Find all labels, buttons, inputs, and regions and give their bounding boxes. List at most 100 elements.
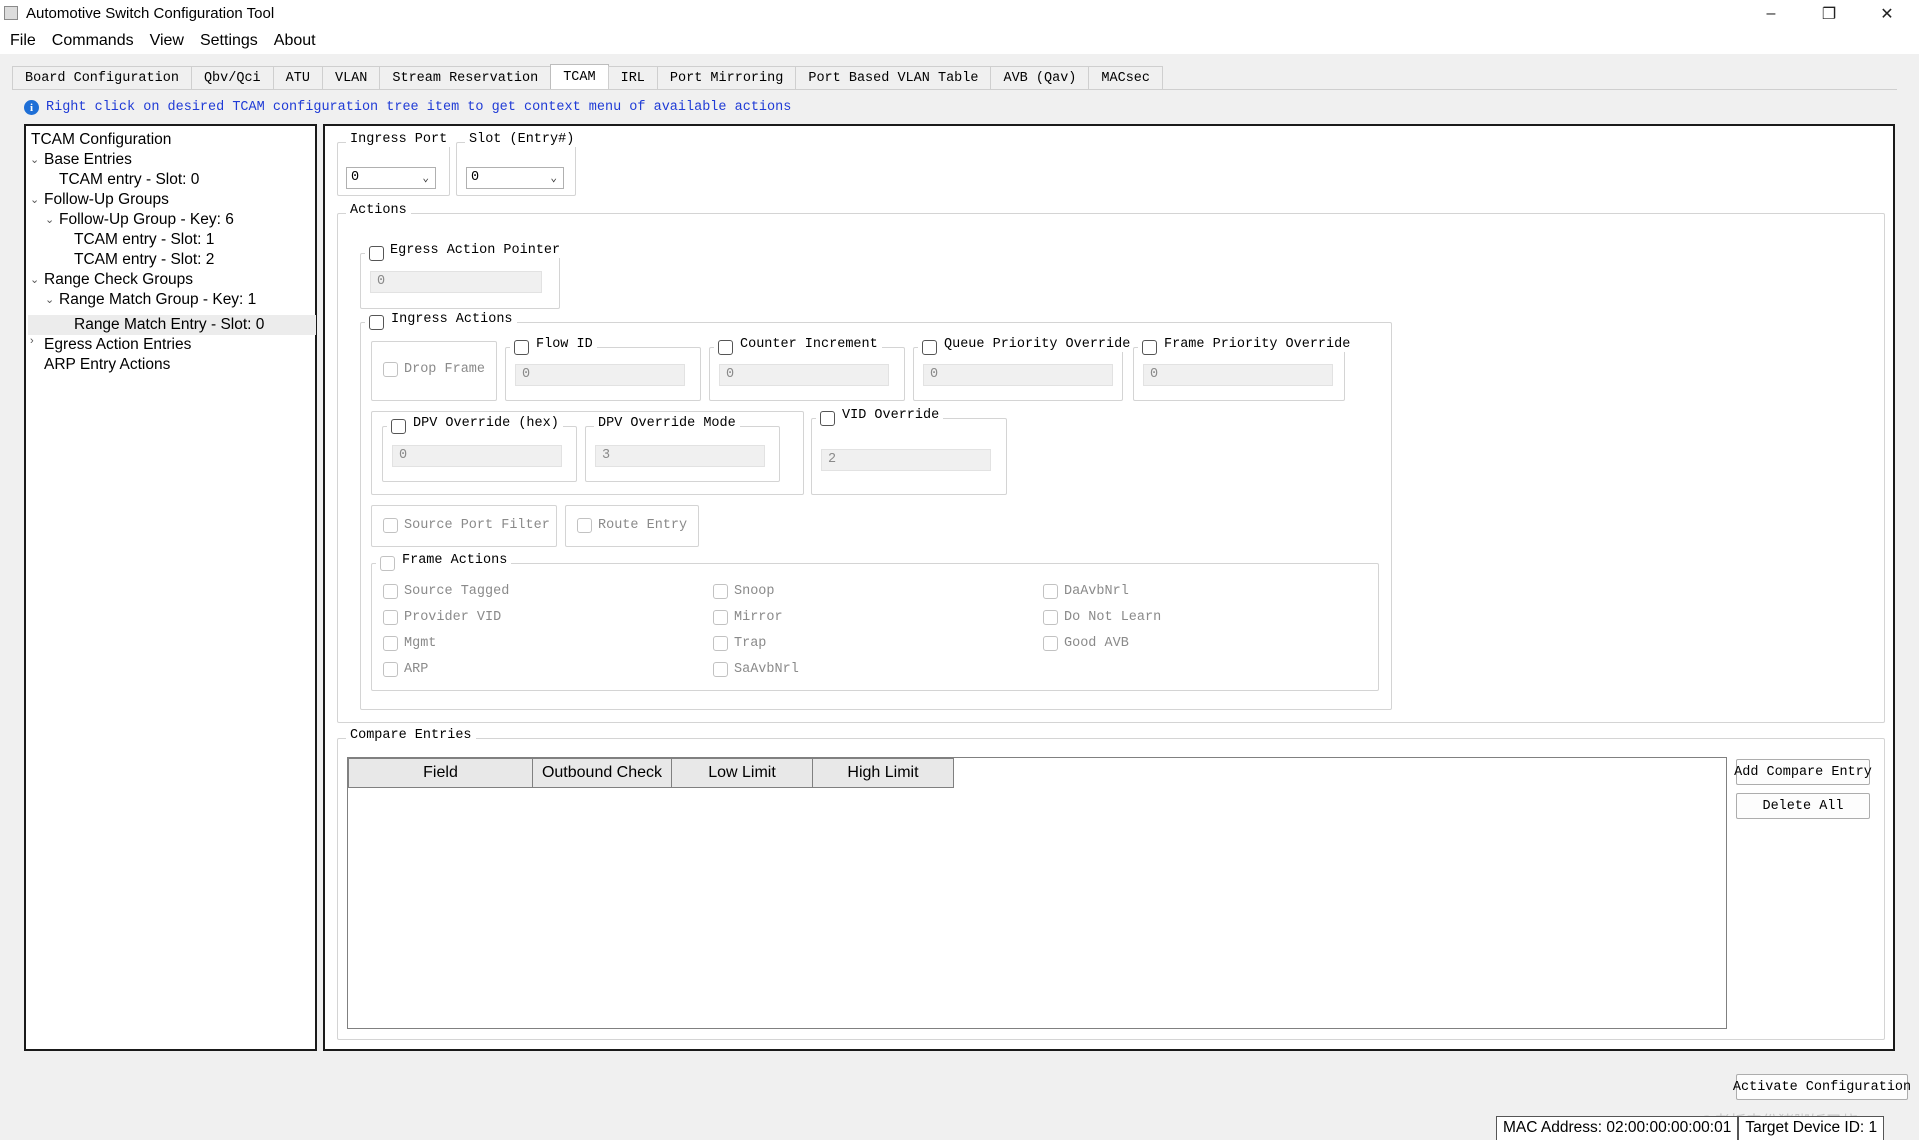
ingress-port-group: Ingress Port 0 ⌄ (337, 132, 452, 196)
mirror-label: Mirror (734, 610, 783, 625)
title-bar (0, 0, 1919, 28)
expand-chevron-icon[interactable]: ⌄ (30, 153, 39, 166)
tab-vlan[interactable]: VLAN (321, 66, 381, 90)
tab-stream-reservation[interactable]: Stream Reservation (379, 66, 552, 90)
tree-item-range-match-entry-slot-0[interactable]: Range Match Entry - Slot: 0 (74, 315, 264, 335)
saavbnrl-checkbox[interactable] (713, 662, 728, 677)
tree-item-tcam-entry-slot-0[interactable]: TCAM entry - Slot: 0 (59, 170, 199, 190)
menu-about[interactable]: About (266, 32, 324, 50)
tree-item-follow-up-groups[interactable]: Follow-Up Groups (44, 190, 169, 210)
column-header-high-limit[interactable]: High Limit (812, 758, 954, 788)
mgmt-checkbox[interactable] (383, 636, 398, 651)
menu-view[interactable]: View (142, 32, 192, 50)
counter-increment-input[interactable]: 0 (719, 364, 889, 386)
ingress-port-label: Ingress Port (346, 132, 452, 147)
tree-item-arp-entry-actions[interactable]: ARP Entry Actions (44, 355, 170, 375)
expand-chevron-icon[interactable]: ⌄ (30, 193, 39, 206)
column-header-low-limit[interactable]: Low Limit (671, 758, 813, 788)
menu-commands[interactable]: Commands (44, 32, 142, 50)
tab-qbv-qci[interactable]: Qbv/Qci (190, 66, 274, 90)
add-compare-entry-button[interactable]: Add Compare Entry (1734, 759, 1872, 785)
route-entry-label: Route Entry (598, 518, 688, 533)
tree-item-follow-up-group-key-6[interactable]: Follow-Up Group - Key: 6 (59, 210, 234, 230)
tab-atu[interactable]: ATU (272, 66, 323, 90)
daavbnrl-checkbox[interactable] (1043, 584, 1058, 599)
target-device-status: Target Device ID: 1 (1738, 1116, 1885, 1140)
source-tagged-checkbox[interactable] (383, 584, 398, 599)
slot-select[interactable]: 0 ⌄ (466, 167, 564, 189)
vid-override-input[interactable]: 2 (821, 449, 991, 471)
egress-action-pointer-group: Egress Action Pointer 0 (360, 243, 565, 309)
snoop-checkbox[interactable] (713, 584, 728, 599)
activate-configuration-button[interactable]: Activate Configuration (1733, 1074, 1911, 1100)
mac-address-status: MAC Address: 02:00:00:00:00:01 (1496, 1116, 1739, 1140)
tab-macsec[interactable]: MACsec (1088, 66, 1164, 90)
column-header-field[interactable]: Field (348, 758, 533, 788)
drop-frame-checkbox[interactable] (383, 362, 398, 377)
source-port-filter-checkbox[interactable] (383, 518, 398, 533)
frame-priority-override-input[interactable]: 0 (1143, 364, 1333, 386)
close-button[interactable]: ✕ (1858, 0, 1916, 28)
ingress-port-value: 0 (351, 170, 360, 185)
do-not-learn-checkbox[interactable] (1043, 610, 1058, 625)
queue-priority-override-checkbox[interactable] (922, 340, 937, 355)
tree-item-tcam-entry-slot-2[interactable]: TCAM entry - Slot: 2 (74, 250, 214, 270)
saavbnrl-label: SaAvbNrl (734, 662, 799, 677)
mirror-checkbox[interactable] (713, 610, 728, 625)
tab-port-mirroring[interactable]: Port Mirroring (656, 66, 797, 90)
trap-checkbox[interactable] (713, 636, 728, 651)
menu-file[interactable]: File (2, 32, 44, 50)
frame-actions-checkbox[interactable] (380, 556, 395, 571)
dpv-override-label: DPV Override (hex) (387, 416, 563, 431)
menu-settings[interactable]: Settings (192, 32, 266, 50)
counter-increment-checkbox[interactable] (718, 340, 733, 355)
egress-action-pointer-input[interactable]: 0 (370, 271, 542, 293)
hint-bar: i Right click on desired TCAM configurat… (24, 100, 791, 115)
compare-entries-table[interactable]: Field Outbound Check Low Limit High Limi… (347, 757, 1727, 1029)
collapsed-chevron-icon[interactable]: › (30, 335, 34, 347)
egress-action-pointer-checkbox[interactable] (369, 246, 384, 261)
arp-checkbox[interactable] (383, 662, 398, 677)
info-icon: i (24, 100, 39, 115)
good-avb-checkbox[interactable] (1043, 636, 1058, 651)
tree-item-tcam-entry-slot-1[interactable]: TCAM entry - Slot: 1 (74, 230, 214, 250)
hint-text: Right click on desired TCAM configuratio… (46, 100, 792, 115)
dpv-override-checkbox[interactable] (391, 419, 406, 434)
tab-irl[interactable]: IRL (607, 66, 658, 90)
tree-root[interactable]: TCAM Configuration (31, 130, 171, 150)
ingress-port-select[interactable]: 0 ⌄ (346, 167, 436, 189)
egress-action-pointer-label: Egress Action Pointer (365, 243, 565, 258)
frame-priority-override-checkbox[interactable] (1142, 340, 1157, 355)
expand-chevron-icon[interactable]: ⌄ (45, 293, 54, 306)
dpv-override-mode-input[interactable]: 3 (595, 445, 765, 467)
expand-chevron-icon[interactable]: ⌄ (45, 213, 54, 226)
vid-override-group: VID Override 2 (811, 408, 1007, 495)
tab-tcam[interactable]: TCAM (550, 64, 609, 90)
window-title: Automotive Switch Configuration Tool (26, 5, 275, 22)
tab-port-based-vlan-table[interactable]: Port Based VLAN Table (795, 66, 992, 90)
ingress-actions-checkbox[interactable] (369, 315, 384, 330)
tab-board-configuration[interactable]: Board Configuration (12, 66, 192, 90)
column-header-outbound-check[interactable]: Outbound Check (532, 758, 672, 788)
route-entry-checkbox[interactable] (577, 518, 592, 533)
queue-priority-override-label: Queue Priority Override (918, 337, 1135, 352)
frame-priority-override-group: Frame Priority Override 0 (1133, 337, 1355, 401)
tree-item-range-check-groups[interactable]: Range Check Groups (44, 270, 193, 290)
flow-id-input[interactable]: 0 (515, 364, 685, 386)
tree-item-base-entries[interactable]: Base Entries (44, 150, 132, 170)
tab-bar: Board Configuration Qbv/Qci ATU VLAN Str… (12, 64, 1164, 90)
tree-item-egress-action-entries[interactable]: Egress Action Entries (44, 335, 191, 355)
tree-item-range-match-group-key-1[interactable]: Range Match Group - Key: 1 (59, 290, 256, 310)
dpv-override-input[interactable]: 0 (392, 445, 562, 467)
queue-priority-override-input[interactable]: 0 (923, 364, 1113, 386)
vid-override-checkbox[interactable] (820, 411, 835, 426)
flow-id-checkbox[interactable] (514, 340, 529, 355)
expand-chevron-icon[interactable]: ⌄ (30, 273, 39, 286)
minimize-button[interactable]: – (1742, 0, 1800, 28)
tcam-tree[interactable]: TCAM Configuration ⌄ Base Entries TCAM e… (24, 124, 317, 1051)
tab-avb-qav[interactable]: AVB (Qav) (990, 66, 1090, 90)
delete-all-button[interactable]: Delete All (1736, 793, 1870, 819)
provider-vid-checkbox[interactable] (383, 610, 398, 625)
provider-vid-label: Provider VID (404, 610, 502, 625)
maximize-button[interactable]: ❐ (1800, 0, 1858, 28)
